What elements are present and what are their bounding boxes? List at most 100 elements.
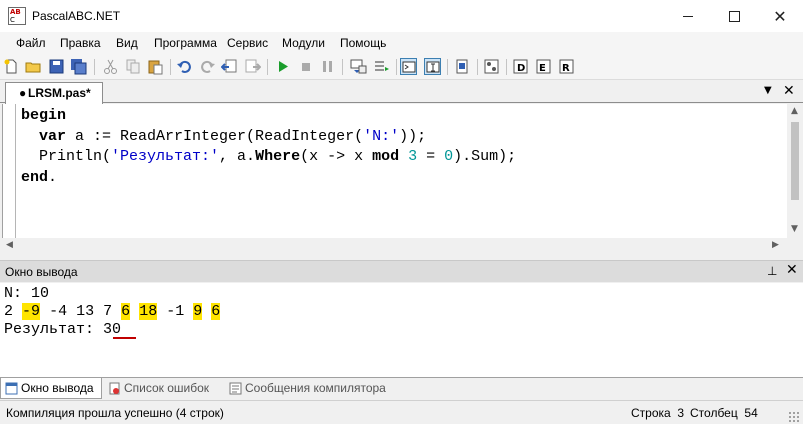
editor-horizontal-scrollbar[interactable]: ◀ ▶ — [2, 238, 803, 254]
code-token: mod — [372, 148, 400, 165]
code-token: a := ReadArrInteger(ReadInteger( — [66, 127, 364, 145]
code-token: . — [48, 168, 58, 186]
code-token: 3 — [408, 148, 418, 165]
code-token: Println( — [21, 148, 112, 165]
redo-icon[interactable] — [199, 58, 216, 75]
tab-error-list[interactable]: Список ошибок — [104, 378, 224, 399]
maximize-button[interactable] — [711, 0, 757, 32]
compiler-messages-icon — [229, 382, 242, 395]
run-icon[interactable] — [274, 58, 291, 75]
title-bar: AB C PascalABC.NET ✕ — [0, 0, 803, 32]
document-tab-strip: ● LRSM.pas* ▼ ✕ — [0, 81, 803, 104]
minimize-button[interactable] — [665, 0, 711, 32]
code-token: begin — [21, 107, 67, 124]
error-list-icon — [109, 382, 120, 395]
status-row: Строка 3 — [631, 406, 685, 420]
form-designer-icon[interactable] — [483, 58, 500, 75]
resize-grip[interactable] — [788, 411, 800, 423]
output-number: -1 — [166, 303, 185, 320]
output-panel-title: Окно вывода — [5, 265, 78, 279]
menu-edit[interactable]: Правка — [60, 36, 101, 50]
open-folder-icon[interactable] — [25, 58, 42, 75]
debug-window-icon[interactable] — [454, 58, 471, 75]
output-number: -4 — [49, 303, 68, 320]
output-window-toggle-icon[interactable] — [400, 58, 417, 75]
toolbar: D E R — [0, 54, 803, 80]
menu-view[interactable]: Вид — [116, 36, 138, 50]
scroll-left-icon[interactable]: ◀ — [6, 240, 13, 250]
highlighted-number: 6 — [211, 303, 221, 320]
watch-list-icon[interactable] — [373, 58, 390, 75]
window-title: PascalABC.NET — [32, 9, 121, 23]
close-window-button[interactable]: ✕ — [757, 0, 803, 32]
close-tab-icon[interactable]: ✕ — [783, 83, 795, 99]
cut-icon[interactable] — [102, 58, 119, 75]
tab-list-dropdown-icon[interactable]: ▼ — [764, 85, 772, 96]
code-token: 'Результат:' — [111, 148, 220, 165]
status-column: Столбец 54 — [690, 406, 758, 420]
run-no-debug-icon[interactable]: E — [535, 58, 552, 75]
status-bar: Компиляция прошла успешно (4 строк) Стро… — [0, 400, 803, 424]
code-line: begin — [21, 107, 66, 125]
svg-text:R: R — [562, 63, 570, 74]
highlighted-number: 9 — [193, 303, 203, 320]
navigate-forward-icon[interactable] — [244, 58, 261, 75]
code-editor[interactable]: begin var a := ReadArrInteger(ReadIntege… — [2, 104, 787, 238]
menu-service[interactable]: Сервис — [227, 36, 268, 50]
highlighted-number: -9 — [22, 303, 41, 320]
bottom-panel-tabs: Окно вывода Список ошибок Сообщения комп… — [0, 377, 803, 399]
code-token: Where — [255, 148, 301, 165]
code-line: var a := ReadArrInteger(ReadInteger('N:'… — [21, 128, 426, 146]
code-token: (x -> x — [300, 148, 373, 165]
paste-icon[interactable] — [147, 58, 164, 75]
step-over-icon[interactable] — [350, 58, 367, 75]
status-message: Компиляция прошла успешно (4 строк) — [6, 406, 224, 420]
result-underline — [113, 337, 136, 339]
save-icon[interactable] — [48, 58, 65, 75]
scroll-thumb[interactable] — [791, 122, 799, 200]
pin-icon[interactable]: ⊥ — [767, 264, 777, 278]
output-line-input: N: 10 — [4, 285, 50, 302]
menu-file[interactable]: Файл — [16, 36, 46, 50]
rebuild-icon[interactable]: R — [558, 58, 575, 75]
stop-icon[interactable] — [297, 58, 314, 75]
output-panel-header: Окно вывода ⊥ ✕ — [0, 260, 803, 282]
scroll-up-icon[interactable]: ▲ — [791, 106, 798, 116]
close-panel-icon[interactable]: ✕ — [786, 262, 798, 278]
editor-vertical-scrollbar[interactable]: ▲ ▼ — [787, 104, 803, 238]
code-token: , a. — [219, 148, 256, 165]
modified-dot-icon: ● — [19, 86, 27, 100]
menu-help[interactable]: Помощь — [340, 36, 386, 50]
highlighted-number: 6 — [121, 303, 131, 320]
copy-icon[interactable] — [125, 58, 142, 75]
input-window-toggle-icon[interactable] — [424, 58, 441, 75]
menu-modules[interactable]: Модули — [282, 36, 325, 50]
output-line-result: Результат: 30 — [4, 321, 122, 338]
tab-compiler-messages[interactable]: Сообщения компилятора — [225, 378, 400, 399]
output-text-area[interactable]: N: 10 2 -9 -4 13 7 6 18 -1 9 6 Результат… — [0, 283, 803, 377]
output-number: 13 — [76, 303, 95, 320]
highlighted-number: 18 — [139, 303, 158, 320]
code-token: )); — [399, 127, 427, 145]
app-icon: AB C — [8, 7, 26, 25]
new-file-icon[interactable] — [3, 58, 20, 75]
navigate-back-icon[interactable] — [221, 58, 238, 75]
compile-icon[interactable]: D — [512, 58, 529, 75]
tab-label: LRSM.pas* — [28, 86, 91, 100]
menu-program[interactable]: Программа — [154, 36, 217, 50]
tab-output-window[interactable]: Окно вывода — [0, 378, 102, 399]
step-into-icon[interactable] — [320, 58, 337, 75]
code-line: Println('Результат:', a.Where(x -> x mod… — [21, 148, 516, 166]
tab-lrsm-pas[interactable]: ● LRSM.pas* — [5, 82, 103, 104]
output-number: 2 — [4, 303, 14, 320]
scroll-right-icon[interactable]: ▶ — [772, 240, 779, 250]
code-token: 'N:' — [363, 127, 400, 145]
scroll-down-icon[interactable]: ▼ — [791, 224, 798, 234]
save-all-icon[interactable] — [70, 58, 87, 75]
undo-icon[interactable] — [176, 58, 193, 75]
output-number: 7 — [103, 303, 113, 320]
output-window-icon — [5, 382, 18, 395]
svg-text:E: E — [539, 63, 546, 74]
